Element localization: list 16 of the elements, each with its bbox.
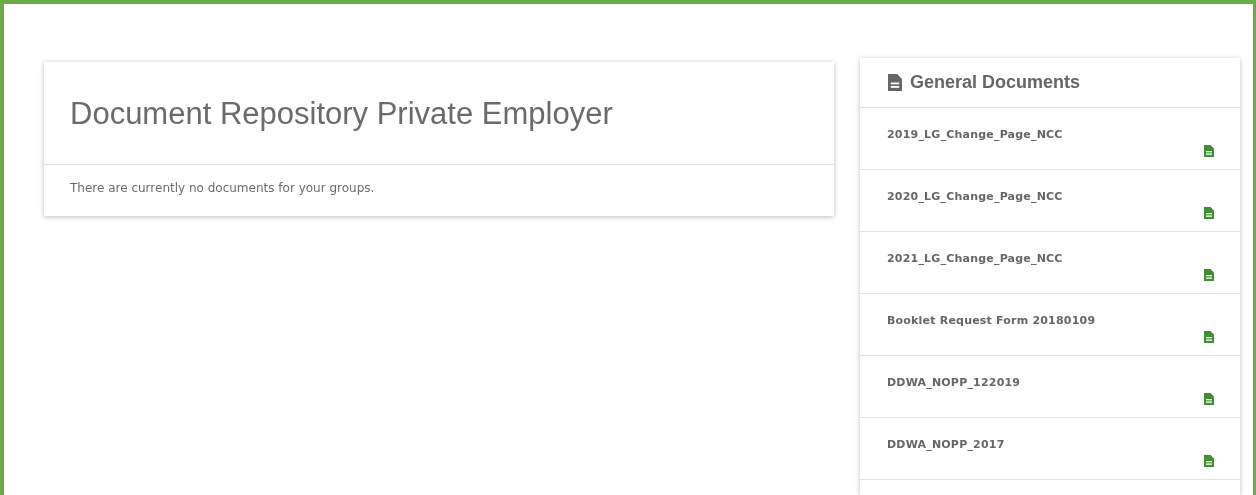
- file-download-icon[interactable]: [1204, 207, 1214, 219]
- document-link[interactable]: 2021_LG_Change_Page_NCC: [887, 244, 1063, 265]
- file-download-icon[interactable]: [1204, 455, 1214, 467]
- document-link[interactable]: 2020_LG_Change_Page_NCC: [887, 182, 1063, 203]
- document-icon: [888, 74, 902, 91]
- documents-heading: General Documents: [910, 72, 1081, 93]
- file-download-icon[interactable]: [1204, 331, 1214, 343]
- page-title: Document Repository Private Employer: [44, 62, 834, 165]
- file-download-icon[interactable]: [1204, 269, 1214, 281]
- file-download-icon[interactable]: [1204, 145, 1214, 157]
- document-link[interactable]: DDWA_NOPP_122019: [887, 368, 1021, 389]
- file-download-icon[interactable]: [1204, 393, 1214, 405]
- document-link[interactable]: DDWA_NOPP_2017: [887, 430, 1005, 451]
- document-link[interactable]: 2019_LG_Change_Page_NCC: [887, 120, 1063, 141]
- empty-message: There are currently no documents for your groups.: [69, 180, 376, 197]
- document-link[interactable]: Booklet Request Form 20180109: [887, 306, 1096, 327]
